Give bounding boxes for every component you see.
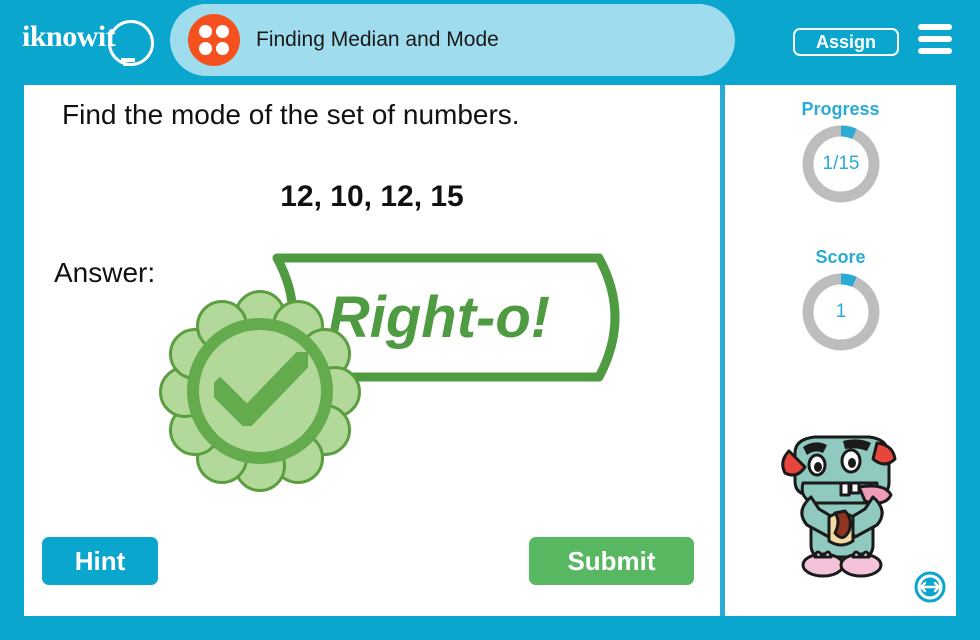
lightbulb-base2-icon bbox=[123, 63, 133, 66]
submit-button[interactable]: Submit bbox=[529, 537, 694, 585]
progress-label: Progress bbox=[801, 99, 880, 119]
dice-dot bbox=[216, 42, 229, 55]
lightbulb-base-icon bbox=[121, 58, 135, 62]
menu-bar bbox=[918, 24, 952, 30]
progress-value: 1/15 bbox=[822, 153, 860, 174]
dice-dot bbox=[199, 42, 212, 55]
hamburger-menu-icon[interactable] bbox=[918, 24, 952, 56]
assign-button[interactable]: Assign bbox=[793, 28, 899, 56]
score-ring: 1 bbox=[800, 271, 882, 353]
score-value: 1 bbox=[835, 301, 847, 322]
lesson-title: Finding Median and Mode bbox=[256, 28, 499, 51]
four-dot-dice-icon bbox=[188, 14, 240, 66]
menu-bar bbox=[918, 36, 952, 42]
brand-logo[interactable]: iknowit bbox=[22, 14, 157, 66]
resize-horizontal-icon[interactable] bbox=[913, 570, 947, 604]
answer-label: Answer: bbox=[54, 257, 156, 288]
question-numbers: 12, 10, 12, 15 bbox=[280, 180, 464, 213]
progress-ring: 1/15 bbox=[800, 123, 882, 205]
monster-mascot-icon bbox=[781, 435, 897, 578]
question-prompt: Find the mode of the set of numbers. bbox=[62, 99, 520, 130]
dice-dot bbox=[216, 25, 229, 38]
lesson-title-tab: Finding Median and Mode bbox=[170, 4, 735, 76]
score-label: Score bbox=[815, 247, 866, 267]
hint-button[interactable]: Hint bbox=[42, 537, 158, 585]
dice-dot bbox=[199, 25, 212, 38]
app-window: iknowit Finding Median and Mode Assign F… bbox=[0, 0, 980, 640]
menu-bar bbox=[918, 48, 952, 54]
checkmark-icon bbox=[214, 352, 308, 426]
brand-logo-text: iknowit bbox=[22, 20, 116, 53]
check-badge-icon bbox=[154, 290, 364, 492]
content-frame: Find the mode of the set of numbers. 12,… bbox=[24, 85, 956, 616]
app-header: iknowit Finding Median and Mode Assign bbox=[0, 0, 980, 80]
sidebar: Progress 1/15 Score 1 bbox=[725, 85, 956, 616]
